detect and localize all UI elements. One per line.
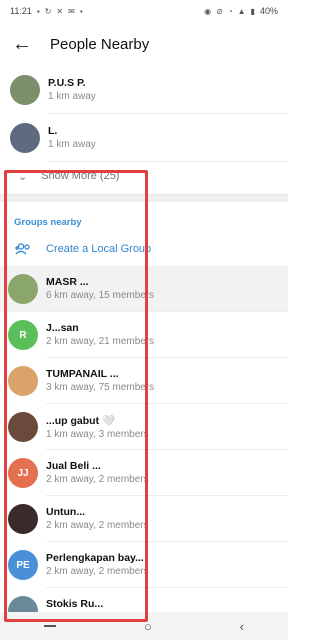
- show-more-label: Show More (25): [41, 170, 120, 182]
- person-name: L.: [48, 125, 58, 137]
- person-row[interactable]: P.U.S P. 1 km away: [0, 66, 288, 114]
- person-text: P.U.S P. 1 km away: [48, 66, 288, 114]
- dot-icon: •: [79, 6, 83, 16]
- group-avatar: PE: [8, 550, 38, 580]
- group-text: J...san 2 km away, 21 members: [46, 312, 288, 358]
- person-text: L. 1 km away: [48, 114, 288, 162]
- group-avatar: JJ: [8, 458, 38, 488]
- group-avatar: [8, 274, 38, 304]
- group-text: Perlengkapan bay... 2 km away, 2 members: [46, 542, 288, 588]
- group-meta: 3 km away, 75 members: [46, 382, 155, 393]
- battery-icon: ▮: [250, 6, 255, 16]
- group-meta: 6 km away, 15 members: [46, 290, 155, 301]
- group-name: Untun...: [46, 506, 86, 518]
- app-bar: ← People Nearby: [0, 22, 288, 66]
- group-avatar: [8, 366, 38, 396]
- group-row[interactable]: JJ Jual Beli ... 2 km away, 2 members: [0, 450, 288, 496]
- create-local-group-label: Create a Local Group: [46, 243, 152, 255]
- group-row[interactable]: PE Perlengkapan bay... 2 km away, 2 member…: [0, 542, 288, 588]
- group-text: ...up gabut 🤍 1 km away, 3 members: [46, 404, 288, 450]
- group-text: Jual Beli ... 2 km away, 2 members: [46, 450, 288, 496]
- person-distance: 1 km away: [48, 91, 96, 102]
- x-app-icon: ✕: [56, 6, 64, 16]
- signal-icon: ▲: [237, 6, 246, 16]
- status-time: 11:21: [10, 6, 32, 16]
- group-text: TUMPANAIL ... 3 km away, 75 members: [46, 358, 288, 404]
- group-name: J...san: [46, 322, 79, 334]
- mute-icon: ⊘: [216, 6, 223, 16]
- avatar: [10, 75, 40, 105]
- person-distance: 1 km away: [48, 139, 96, 150]
- create-local-group-button[interactable]: Create a Local Group: [0, 232, 288, 266]
- group-text: Untun... 2 km away, 2 members: [46, 496, 288, 542]
- group-name: TUMPANAIL ...: [46, 368, 119, 380]
- back-arrow-icon[interactable]: ←: [12, 34, 36, 54]
- location-icon: ◉: [204, 6, 212, 16]
- add-group-icon: [14, 243, 34, 255]
- group-name: MASR ...: [46, 276, 89, 288]
- chevron-down-icon: ⌄: [18, 170, 28, 183]
- groups-nearby-header: Groups nearby: [14, 217, 82, 228]
- page-title: People Nearby: [50, 35, 150, 53]
- message-icon: ▪: [36, 6, 40, 16]
- status-bar: 11:21 ▪ ↻ ✕ ✉ • ◉ ⊘ ◔ ▲ ▮ 40%: [0, 0, 288, 22]
- group-meta: 2 km away, 2 members: [46, 566, 149, 577]
- person-name: P.U.S P.: [48, 77, 86, 89]
- groups-list: MASR ... 6 km away, 15 members R J...san 2 k…: [0, 266, 288, 634]
- person-row[interactable]: L. 1 km away: [0, 114, 288, 162]
- group-meta: 2 km away, 21 members: [46, 336, 155, 347]
- group-meta: 2 km away, 2 members: [46, 474, 149, 485]
- group-row[interactable]: Untun... 2 km away, 2 members: [0, 496, 288, 542]
- group-avatar: R: [8, 320, 38, 350]
- system-back-button[interactable]: ‹: [240, 619, 244, 634]
- system-nav-bar: ○ ‹: [0, 612, 288, 640]
- sync-icon: ↻: [44, 6, 52, 16]
- section-divider: [0, 194, 288, 202]
- wifi-icon: ◔: [227, 6, 233, 16]
- people-list: P.U.S P. 1 km away L. 1 km away: [0, 66, 288, 162]
- group-name: Perlengkapan bay...: [46, 552, 144, 564]
- show-more-button[interactable]: ⌄ Show More (25): [0, 162, 288, 190]
- group-name: ...up gabut 🤍: [46, 414, 116, 427]
- group-row[interactable]: ...up gabut 🤍 1 km away, 3 members: [0, 404, 288, 450]
- group-name: Stokis Ru...: [46, 598, 104, 610]
- recent-apps-button[interactable]: [43, 625, 56, 627]
- mail-icon: ✉: [68, 6, 75, 16]
- group-meta: 2 km away, 2 members: [46, 520, 149, 531]
- status-right: ◉ ⊘ ◔ ▲ ▮ 40%: [204, 6, 278, 16]
- group-name: Jual Beli ...: [46, 460, 101, 472]
- group-row[interactable]: MASR ... 6 km away, 15 members: [0, 266, 288, 312]
- group-row[interactable]: TUMPANAIL ... 3 km away, 75 members: [0, 358, 288, 404]
- group-text: MASR ... 6 km away, 15 members: [46, 266, 288, 312]
- status-left: 11:21 ▪ ↻ ✕ ✉ •: [10, 6, 83, 16]
- home-button[interactable]: ○: [144, 619, 152, 634]
- avatar: [10, 123, 40, 153]
- group-meta: 1 km away, 3 members: [46, 428, 149, 440]
- group-avatar: [8, 504, 38, 534]
- group-avatar: [8, 412, 38, 442]
- battery-level: 40%: [259, 6, 278, 16]
- group-row[interactable]: R J...san 2 km away, 21 members: [0, 312, 288, 358]
